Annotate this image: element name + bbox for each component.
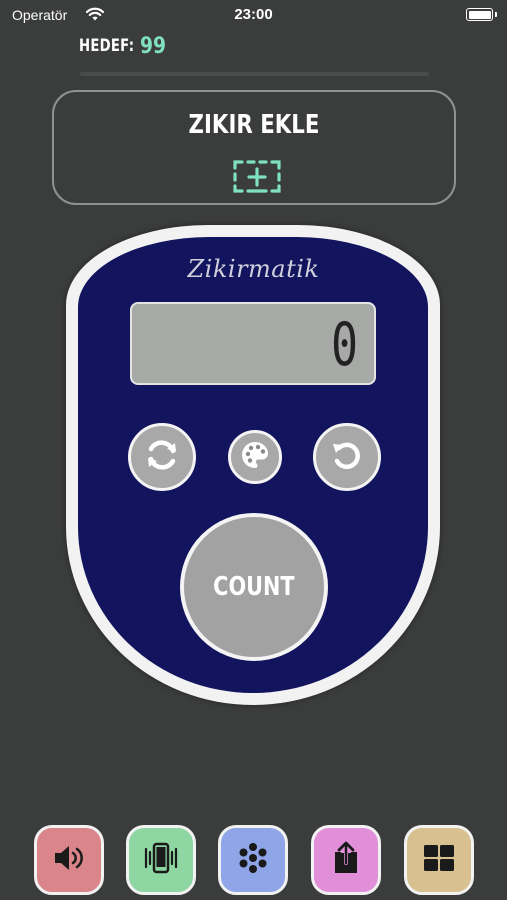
vibrate-icon — [141, 841, 181, 879]
count-button[interactable]: COUNT — [180, 513, 328, 661]
share-icon — [331, 841, 361, 879]
target-indicator: HEDEF: 99 — [79, 34, 166, 59]
beads-icon — [236, 841, 270, 879]
brand-logo: Zikirmatik — [187, 255, 320, 283]
battery-icon — [466, 8, 493, 21]
add-zikr-title: ZIKIR EKLE — [188, 110, 320, 140]
palette-icon — [239, 439, 271, 475]
add-zikr-button[interactable]: ZIKIR EKLE — [52, 90, 456, 205]
sync-icon — [142, 435, 182, 479]
count-button-label: COUNT — [213, 572, 295, 602]
share-button[interactable] — [311, 825, 381, 895]
status-bar: Operatör 23:00 — [0, 0, 507, 34]
undo-icon — [327, 435, 367, 479]
sync-button[interactable] — [128, 423, 196, 491]
beads-button[interactable] — [218, 825, 288, 895]
status-time: 23:00 — [234, 6, 273, 23]
target-label: HEDEF: — [79, 36, 135, 56]
battery-tip — [495, 12, 497, 17]
target-value: 99 — [140, 34, 167, 59]
count-display-value: 0 — [330, 310, 358, 380]
divider — [80, 72, 429, 76]
speaker-icon — [51, 843, 87, 877]
undo-button[interactable] — [313, 423, 381, 491]
vibrate-toggle-button[interactable] — [126, 825, 196, 895]
add-frame-icon — [232, 158, 282, 198]
grid-icon — [422, 843, 456, 877]
sound-toggle-button[interactable] — [34, 825, 104, 895]
lcd-display: 0 — [130, 302, 376, 385]
theme-button[interactable] — [228, 430, 282, 484]
layout-button[interactable] — [404, 825, 474, 895]
